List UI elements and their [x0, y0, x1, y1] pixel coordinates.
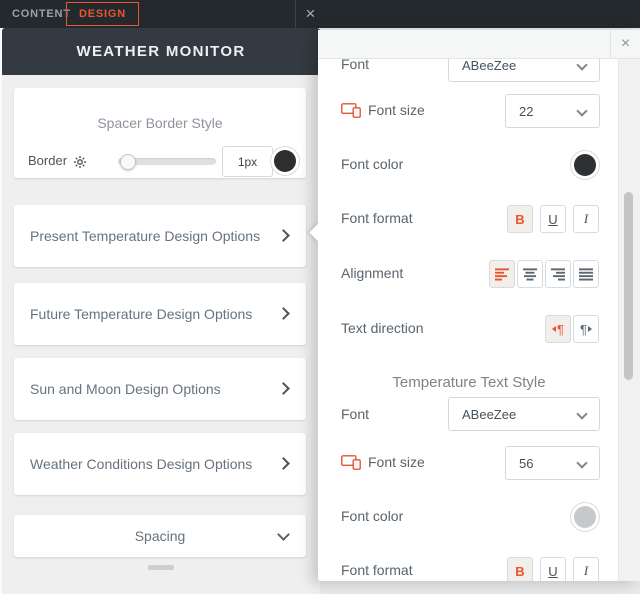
text-direction-group: ¶ ¶ [545, 315, 599, 343]
underline-button[interactable]: U [540, 557, 566, 581]
align-center-icon [523, 267, 537, 280]
italic-button[interactable]: I [573, 557, 599, 581]
tab-design[interactable]: DESIGN [66, 2, 139, 26]
card-present-temperature-options[interactable]: Present Temperature Design Options [14, 205, 306, 267]
font-size-select-value: 56 [519, 455, 534, 471]
chevron-right-icon [277, 457, 290, 470]
panel-drag-handle[interactable] [148, 565, 174, 570]
alignment-label: Alignment [341, 265, 404, 281]
card-label: Weather Conditions Design Options [30, 456, 253, 472]
gear-icon[interactable] [74, 155, 86, 173]
align-justify-icon [579, 267, 593, 280]
border-width-slider[interactable] [118, 154, 216, 170]
close-icon[interactable]: × [610, 30, 640, 58]
font-size-label-group: Font size [341, 454, 425, 470]
font-color-label: Font color [341, 156, 404, 172]
card-label: Present Temperature Design Options [30, 228, 261, 244]
card-future-temperature-options[interactable]: Future Temperature Design Options [14, 283, 306, 345]
font-label: Font [341, 406, 370, 422]
align-left-icon [495, 267, 509, 280]
card-label: Future Temperature Design Options [30, 306, 253, 322]
font-size-label-group: Font size [341, 102, 425, 118]
font-size-select[interactable]: 22 [505, 94, 600, 128]
bold-button[interactable]: B [507, 205, 533, 233]
chevron-down-icon [576, 59, 588, 71]
design-options-popover: Font ABeeZee Font size 22 Font color Fon… [318, 30, 640, 581]
chevron-right-icon [277, 382, 290, 395]
font-select-value: ABeeZee [462, 406, 517, 422]
card-title: Spacer Border Style [97, 115, 223, 131]
direction-rtl-button[interactable]: ¶ [573, 315, 599, 343]
spacing-card[interactable]: Spacing [14, 515, 306, 557]
widget-settings-panel: WEATHER MONITOR Spacer Border Style Bord… [2, 28, 320, 594]
responsive-devices-icon [341, 454, 361, 470]
topbar-divider [295, 0, 296, 28]
font-format-label: Font format [341, 210, 413, 226]
font-size-label: Font size [368, 454, 425, 470]
border-label: Border [28, 153, 68, 168]
bold-button[interactable]: B [507, 557, 533, 581]
direction-ltr-button[interactable]: ¶ [545, 315, 571, 343]
align-justify-button[interactable] [573, 260, 599, 288]
slider-thumb[interactable] [120, 154, 136, 170]
font-color-label: Font color [341, 508, 404, 524]
border-row: Border [14, 146, 306, 177]
font-size-select-value: 22 [519, 103, 534, 119]
chevron-right-icon [277, 229, 290, 242]
temperature-font-format-group: B U I [507, 557, 599, 581]
align-center-button[interactable] [517, 260, 543, 288]
scrollbar-track[interactable] [618, 58, 640, 581]
chevron-down-icon [576, 408, 588, 420]
pilcrow-ltr-icon: ¶ [552, 323, 564, 336]
responsive-devices-icon [341, 102, 361, 118]
font-select-value: ABeeZee [462, 57, 517, 73]
align-right-button[interactable] [545, 260, 571, 288]
border-color-swatch[interactable] [274, 150, 296, 172]
underline-button[interactable]: U [540, 205, 566, 233]
chevron-right-icon [277, 307, 290, 320]
temperature-font-size-select[interactable]: 56 [505, 446, 600, 480]
spacer-border-style-card: Spacer Border Style Border [14, 88, 306, 178]
font-size-label: Font size [368, 102, 425, 118]
top-bar: CONTENT DESIGN × [0, 0, 640, 28]
card-label: Sun and Moon Design Options [30, 381, 221, 397]
italic-button[interactable]: I [573, 205, 599, 233]
chevron-down-icon [576, 105, 588, 117]
font-format-label: Font format [341, 562, 413, 578]
card-sun-and-moon-options[interactable]: Sun and Moon Design Options [14, 358, 306, 420]
scrollbar-thumb[interactable] [624, 192, 633, 380]
chevron-down-icon [576, 457, 588, 469]
close-icon[interactable]: × [297, 0, 324, 28]
temperature-font-select[interactable]: ABeeZee [448, 397, 600, 431]
temperature-text-style-title: Temperature Text Style [392, 374, 546, 391]
pilcrow-rtl-icon: ¶ [580, 323, 592, 336]
tab-content[interactable]: CONTENT [12, 0, 71, 28]
spacing-label: Spacing [134, 528, 186, 544]
font-format-group: B U I [507, 205, 599, 233]
temperature-font-color-swatch[interactable] [574, 506, 596, 528]
popover-header: × [318, 30, 640, 59]
panel-title: WEATHER MONITOR [2, 28, 320, 75]
font-color-swatch[interactable] [574, 154, 596, 176]
border-width-input[interactable] [222, 146, 273, 177]
align-left-button[interactable] [489, 260, 515, 288]
text-direction-label: Text direction [341, 320, 424, 336]
alignment-group [489, 260, 599, 288]
align-right-icon [551, 267, 565, 280]
card-weather-conditions-options[interactable]: Weather Conditions Design Options [14, 433, 306, 495]
